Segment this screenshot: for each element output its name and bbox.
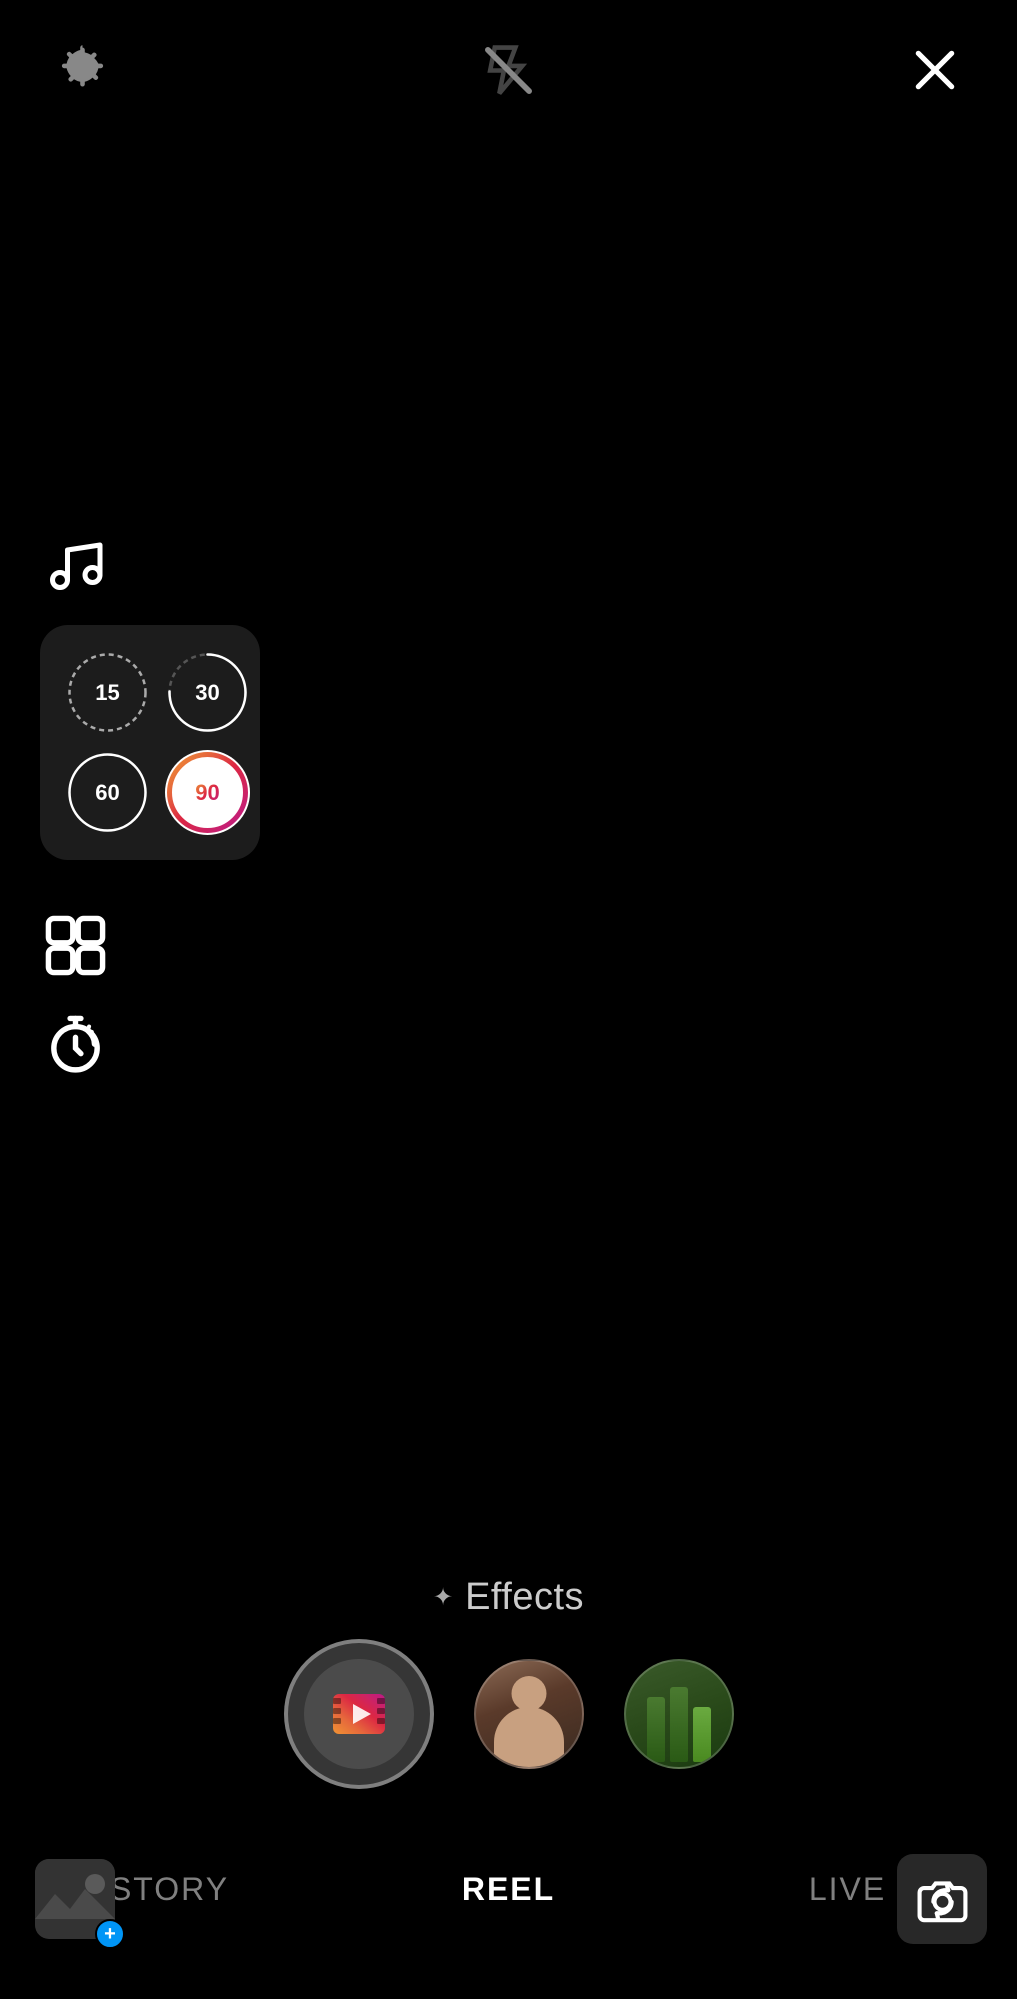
- left-controls: 15 30 60: [40, 530, 260, 1080]
- record-button[interactable]: [284, 1639, 434, 1789]
- story-label: STORY: [110, 1871, 229, 1908]
- duration-30-button[interactable]: 30: [165, 650, 250, 735]
- gallery-add-icon: +: [95, 1919, 125, 1949]
- duration-15-button[interactable]: 15: [65, 650, 150, 735]
- person-body: [494, 1707, 564, 1767]
- shutter-inner: [304, 1659, 414, 1769]
- bottle-1: [647, 1697, 665, 1762]
- music-icon: [45, 535, 105, 595]
- timer-button[interactable]: [40, 1010, 110, 1080]
- duration-selector: 15 30 60: [40, 625, 260, 860]
- reel-icon: [325, 1680, 393, 1748]
- close-icon: [910, 45, 960, 95]
- top-bar: [0, 0, 1017, 110]
- gear-icon: [55, 43, 110, 98]
- settings-icon-button[interactable]: [50, 38, 115, 103]
- layout-button[interactable]: [40, 910, 110, 980]
- bottle-2: [670, 1687, 688, 1762]
- layout-icon: [43, 913, 108, 978]
- timer-icon: [43, 1013, 108, 1078]
- camera-controls: [0, 1639, 1017, 1789]
- gallery-button[interactable]: +: [30, 1854, 120, 1944]
- effects-sparkle-icon: ✦: [433, 1583, 453, 1612]
- nav-reel[interactable]: REEL: [339, 1861, 678, 1918]
- duration-90-button[interactable]: 90: [165, 750, 250, 835]
- recent-photo-2[interactable]: [624, 1659, 734, 1769]
- live-label: LIVE: [809, 1871, 886, 1908]
- flip-camera-icon: [915, 1872, 970, 1927]
- duration-90-label: 90: [195, 780, 219, 806]
- flash-off-icon: [481, 43, 536, 98]
- bottom-nav: STORY REEL LIVE: [0, 1799, 1017, 1999]
- effects-label: Effects: [465, 1576, 584, 1619]
- flash-off-button[interactable]: [476, 38, 541, 103]
- close-button[interactable]: [902, 38, 967, 103]
- person-head: [511, 1676, 546, 1711]
- reel-label: REEL: [462, 1871, 555, 1908]
- bottles-visual: [626, 1661, 732, 1767]
- duration-60-button[interactable]: 60: [65, 750, 150, 835]
- recent-photo-1[interactable]: [474, 1659, 584, 1769]
- effects-bar[interactable]: ✦ Effects: [0, 1576, 1017, 1619]
- music-button[interactable]: [40, 530, 110, 600]
- flip-camera-button[interactable]: [897, 1854, 987, 1944]
- bottle-3: [693, 1707, 711, 1762]
